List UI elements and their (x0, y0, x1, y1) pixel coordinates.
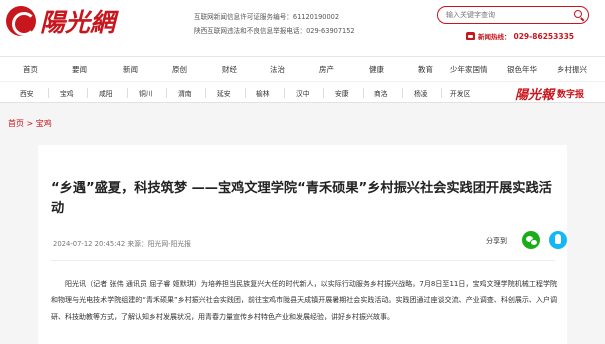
nav-item-original[interactable]: 原创 (172, 64, 187, 75)
share-label: 分享到 (486, 237, 507, 245)
logo-seal-icon (6, 6, 36, 36)
search-box (437, 6, 589, 24)
city-divider (363, 88, 364, 98)
article-meta: 2024-07-12 20:45:42 来源：阳光网-阳光报 (53, 240, 191, 248)
city-item-yulin[interactable]: 榆林 (256, 88, 270, 98)
search-input[interactable] (446, 8, 564, 22)
hotline-number: 029-86253335 (513, 31, 575, 41)
search-icon[interactable] (573, 9, 585, 21)
city-item-xianyang[interactable]: 咸阳 (99, 88, 113, 98)
phone-icon (466, 32, 475, 40)
city-item-hanzhong[interactable]: 汉中 (296, 88, 310, 98)
city-item-tongchuan[interactable]: 铜川 (139, 88, 153, 98)
city-item-dev-zone[interactable]: 开发区 (450, 88, 470, 98)
nav-item-rural[interactable]: 乡村振兴 (557, 64, 587, 75)
city-item-yanan[interactable]: 延安 (217, 88, 231, 98)
site-header: 陽光網 互联网新闻信息许可证服务编号：61120190002 陕西互联网违法和不… (0, 0, 605, 56)
city-item-baoji[interactable]: 宝鸡 (60, 88, 74, 98)
main-nav: 首页 要闻 新闻 原创 财经 法治 房产 健康 教育 少年家国情 银色年华 乡村… (0, 56, 605, 81)
wechat-share-icon[interactable] (522, 231, 540, 249)
license-info: 互联网新闻信息许可证服务编号：61120190002 陕西互联网违法和不良信息举… (194, 10, 355, 38)
city-item-yangling[interactable]: 杨凌 (414, 88, 428, 98)
article-title: “乡遇”盛夏，科技筑梦 ——宝鸡文理学院“青禾硕果”乡村振兴社会实践团开展实践活… (51, 181, 552, 216)
nav-item-finance[interactable]: 财经 (222, 64, 237, 75)
city-divider (48, 88, 49, 98)
qq-share-icon[interactable] (549, 231, 567, 249)
site-logo[interactable]: 陽光網 (6, 3, 115, 39)
license-number: 互联网新闻信息许可证服务编号：61120190002 (194, 13, 340, 21)
breadcrumb: 首页 > 宝鸡 (8, 118, 52, 129)
nav-item-property[interactable]: 房产 (319, 64, 334, 75)
city-divider (166, 88, 167, 98)
city-divider (205, 88, 206, 98)
nav-item-health[interactable]: 健康 (369, 64, 384, 75)
breadcrumb-separator: > (24, 119, 36, 128)
digital-paper-link[interactable]: 陽光報 数字报 (515, 84, 584, 103)
city-item-shangluo[interactable]: 商洛 (374, 88, 388, 98)
city-item-xian[interactable]: 西安 (20, 88, 34, 98)
report-hotline: 陕西互联网违法和不良信息举报电话：029-63907152 (194, 27, 355, 35)
hotline-label: 新闻热线： (478, 33, 511, 41)
city-divider (127, 88, 128, 98)
article-divider (51, 260, 555, 261)
city-item-ankang[interactable]: 安康 (335, 88, 349, 98)
city-divider (323, 88, 324, 98)
logo-text: 陽光網 (40, 8, 116, 37)
paper-logo-text: 陽光報 (515, 88, 555, 103)
nav-item-news[interactable]: 新闻 (123, 64, 138, 75)
article-body: 阳光讯（记者 张伟 通讯员 屈子睿 姬默琪）为培养担当民族复兴大任的时代新人，以… (51, 280, 557, 321)
nav-item-youth[interactable]: 少年家国情 (450, 64, 488, 75)
nav-item-law[interactable]: 法治 (270, 64, 285, 75)
breadcrumb-current[interactable]: 宝鸡 (36, 119, 52, 128)
city-divider (87, 88, 88, 98)
nav-item-home[interactable]: 首页 (23, 64, 38, 75)
nav-item-silver-age[interactable]: 银色年华 (507, 64, 537, 75)
nav-item-education[interactable]: 教育 (418, 64, 433, 75)
digital-paper-label: 数字报 (557, 90, 585, 100)
breadcrumb-home[interactable]: 首页 (8, 119, 24, 128)
city-divider (441, 88, 442, 98)
news-hotline: 新闻热线： 029-86253335 (466, 31, 574, 41)
article-panel: “乡遇”盛夏，科技筑梦 ——宝鸡文理学院“青禾硕果”乡村振兴社会实践团开展实践活… (38, 145, 567, 344)
city-divider (402, 88, 403, 98)
city-item-weinan[interactable]: 渭南 (178, 88, 192, 98)
city-divider (245, 88, 246, 98)
nav-item-headlines[interactable]: 要闻 (72, 64, 87, 75)
city-divider (284, 88, 285, 98)
city-nav: 西安 宝鸡 咸阳 铜川 渭南 延安 榆林 汉中 安康 商洛 杨凌 开发区 陽光報… (0, 81, 605, 103)
